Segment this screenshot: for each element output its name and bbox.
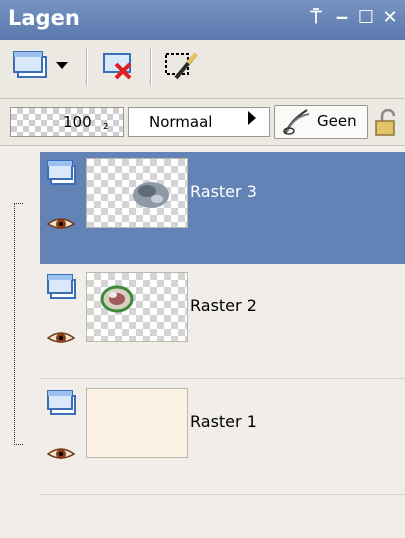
palette-titlebar[interactable]: Lagen ⍑ ‒ ☐ ✕ [0,0,405,41]
minimize-button[interactable]: ‒ [332,7,352,29]
layer-name: Raster 1 [190,412,257,431]
layer-name: Raster 3 [190,182,257,201]
layer-row[interactable]: Raster 3 [40,152,405,264]
blend-mode-value: Normaal [149,113,213,131]
toolbar-separator [86,48,88,86]
layer-toolbar [0,40,405,99]
pin-icon[interactable]: ⍑ [306,7,326,29]
layers-palette: Lagen ⍑ ‒ ☐ ✕ 100 ₂ Normaal Geen Raster … [0,0,405,538]
opacity-spinner[interactable]: ₂ [103,117,109,133]
raster-layer-icon[interactable] [46,272,78,302]
chevron-down-icon[interactable] [56,62,68,70]
mask-button[interactable]: Geen [274,105,368,139]
thumbnail-image-icon [100,285,134,313]
raster-layer-icon[interactable] [46,388,78,418]
opacity-field[interactable]: 100 ₂ [10,107,124,137]
new-layer-button[interactable] [12,48,74,84]
selection-to-layer-icon [165,52,198,80]
maximize-button[interactable]: ☐ [356,7,376,29]
visibility-eye-icon[interactable] [46,442,76,466]
opacity-value: 100 [63,113,92,131]
visibility-eye-icon[interactable] [46,326,76,350]
layer-thumbnail [86,158,188,228]
mask-label: Geen [317,112,357,130]
delete-layer-icon [103,53,132,80]
layer-thumbnail [86,272,188,342]
delete-layer-button[interactable] [100,48,140,84]
mask-brush-icon [283,109,310,135]
layer-name: Raster 2 [190,296,257,315]
group-link-line [14,203,23,445]
visibility-eye-icon[interactable] [46,212,76,236]
thumbnail-image-icon [133,182,169,208]
blend-mode-arrow-icon[interactable] [248,111,256,125]
palette-title: Lagen [8,6,80,30]
layer-row[interactable]: Raster 2 [40,266,405,379]
layer-thumbnail [86,388,188,458]
toolbar-separator [150,48,152,86]
raster-layer-icon[interactable] [46,158,78,188]
lock-icon[interactable] [372,109,400,137]
close-button[interactable]: ✕ [380,7,400,29]
selection-to-layer-button[interactable] [162,48,202,84]
layer-properties-row: 100 ₂ Normaal Geen [0,99,405,146]
layer-row[interactable]: Raster 1 [40,382,405,495]
